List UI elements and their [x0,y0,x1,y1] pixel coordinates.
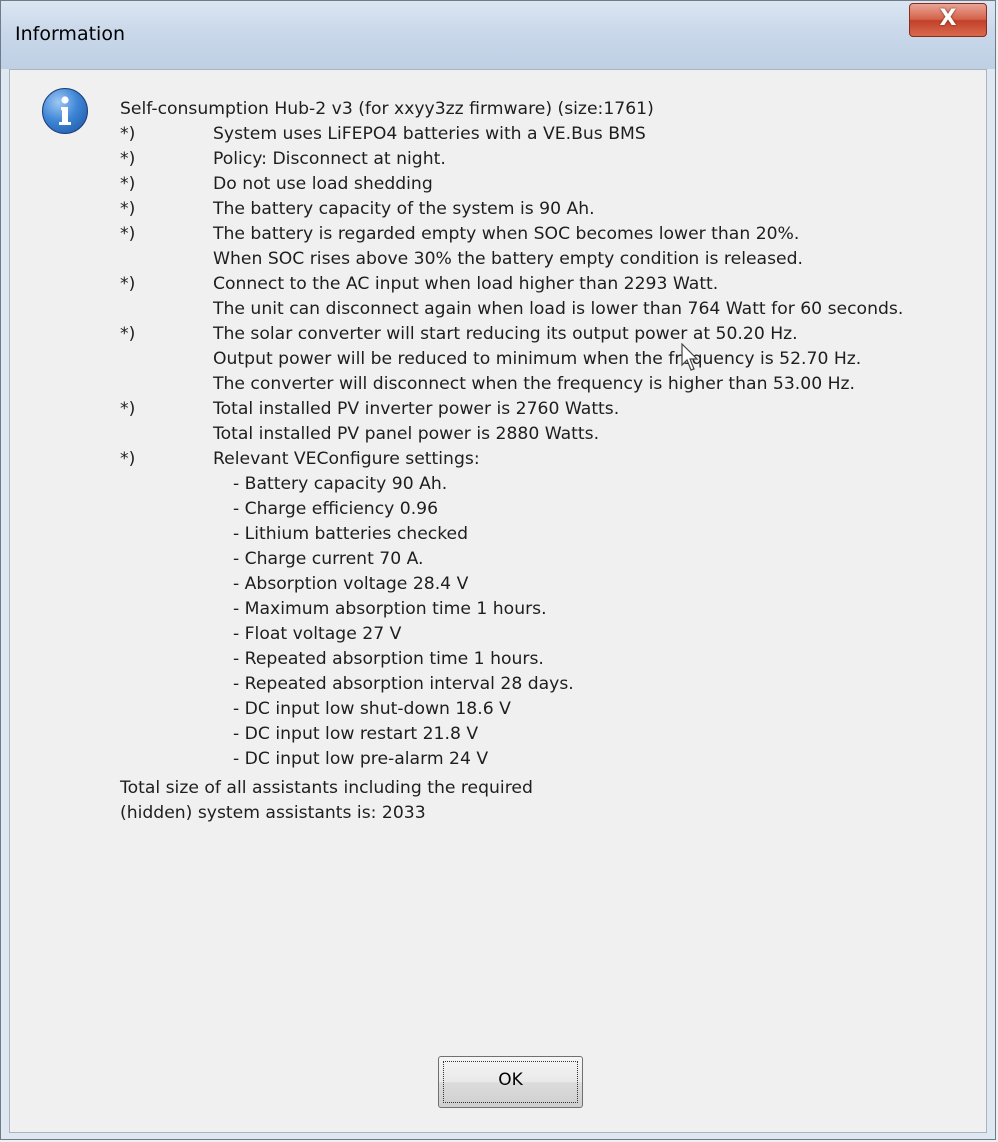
settings-item: - Charge current 70 A. [120,547,976,572]
bullet-marker: *) [120,174,136,194]
settings-item: - Maximum absorption time 1 hours. [120,597,976,622]
message-lines: *) System uses LiFEPO4 batteries with a V… [120,122,976,472]
message-line: *) The battery capacity of the system is … [120,197,976,222]
mouse-cursor-icon [681,343,699,371]
totals-line-1: Total size of all assistants including t… [120,778,533,798]
info-icon [42,88,88,134]
settings-item: - DC input low restart 21.8 V [120,722,976,747]
settings-item-text: - Charge current 70 A. [233,549,424,569]
settings-item: - Charge efficiency 0.96 [120,497,976,522]
message-line: The converter will disconnect when the f… [120,372,976,397]
settings-item: - Repeated absorption interval 28 days. [120,672,976,697]
message-text: Self-consumption Hub-2 v3 (for xxyy3zz f… [120,97,976,772]
message-line: The unit can disconnect again when load … [120,297,976,322]
settings-item-text: - DC input low shut-down 18.6 V [233,699,511,719]
message-line-text: System uses LiFEPO4 batteries with a VE.… [213,124,646,144]
message-line-text: The unit can disconnect again when load … [213,299,904,319]
settings-item-text: - Absorption voltage 28.4 V [233,574,469,594]
message-line: *) Policy: Disconnect at night. [120,147,976,172]
message-line: *) Relevant VEConfigure settings: [120,447,976,472]
settings-item-text: - Repeated absorption interval 28 days. [233,674,574,694]
settings-item-text: - Float voltage 27 V [233,624,402,644]
dialog-body: Self-consumption Hub-2 v3 (for xxyy3zz f… [9,69,987,1133]
message-line-text: The battery capacity of the system is 90… [213,199,595,219]
message-line: *) The battery is regarded empty when SOC… [120,222,976,247]
message-line-text: Policy: Disconnect at night. [213,149,446,169]
settings-item: - Battery capacity 90 Ah. [120,472,976,497]
settings-item-text: - DC input low restart 21.8 V [233,724,479,744]
message-line: *) System uses LiFEPO4 batteries with a V… [120,122,976,147]
message-line: Output power will be reduced to minimum … [120,347,976,372]
settings-item-text: - DC input low pre-alarm 24 V [233,749,489,769]
settings-item-text: - Maximum absorption time 1 hours. [233,599,547,619]
settings-item-text: - Lithium batteries checked [233,524,469,544]
message-line-text: Relevant VEConfigure settings: [213,449,480,469]
settings-item-text: - Battery capacity 90 Ah. [233,474,448,494]
close-icon: X [939,6,957,31]
bullet-marker: *) [120,224,136,244]
message-line-text: The battery is regarded empty when SOC b… [213,224,800,244]
settings-item: - Float voltage 27 V [120,622,976,647]
message-line: *) Do not use load shedding [120,172,976,197]
settings-item: - DC input low shut-down 18.6 V [120,697,976,722]
totals-text: Total size of all assistants including t… [120,776,533,826]
settings-item: - Absorption voltage 28.4 V [120,572,976,597]
message-line: Total installed PV panel power is 2880 W… [120,422,976,447]
message-line-text: Connect to the AC input when load higher… [213,274,719,294]
window-title: Information [15,23,125,45]
ok-button-label: OK [498,1070,523,1090]
message-line: *) The solar converter will start reducin… [120,322,976,347]
bullet-marker: *) [120,399,136,419]
title-bar[interactable]: Information X [1,1,995,69]
message-line-text: Output power will be reduced to minimum … [213,349,862,369]
message-line-text: When SOC rises above 30% the battery emp… [213,249,803,269]
bullet-marker: *) [120,124,136,144]
bullet-marker: *) [120,199,136,219]
message-line: *) Total installed PV inverter power is 2… [120,397,976,422]
settings-item: - Repeated absorption time 1 hours. [120,647,976,672]
settings-item-text: - Charge efficiency 0.96 [233,499,439,519]
bullet-marker: *) [120,274,136,294]
message-header-text: Self-consumption Hub-2 v3 (for xxyy3zz f… [120,99,654,119]
settings-item: - DC input low pre-alarm 24 V [120,747,976,772]
message-header: Self-consumption Hub-2 v3 (for xxyy3zz f… [120,97,976,122]
information-dialog: Information X Self-consumption Hub-2 v3 … [0,0,996,1140]
bullet-marker: *) [120,149,136,169]
settings-item: - Lithium batteries checked [120,522,976,547]
ok-button[interactable]: OK [438,1056,583,1108]
settings-item-text: - Repeated absorption time 1 hours. [233,649,544,669]
settings-list: - Battery capacity 90 Ah. - Charge effici… [120,472,976,772]
bullet-marker: *) [120,449,136,469]
message-line-text: Total installed PV panel power is 2880 W… [213,424,600,444]
message-line-text: The converter will disconnect when the f… [213,374,855,394]
message-line: When SOC rises above 30% the battery emp… [120,247,976,272]
message-line-text: Do not use load shedding [213,174,433,194]
message-line-text: The solar converter will start reducing … [213,324,798,344]
totals-line-2: (hidden) system assistants is: 2033 [120,803,426,823]
message-line-text: Total installed PV inverter power is 276… [213,399,620,419]
close-button[interactable]: X [909,3,987,37]
message-line: *) Connect to the AC input when load high… [120,272,976,297]
bullet-marker: *) [120,324,136,344]
